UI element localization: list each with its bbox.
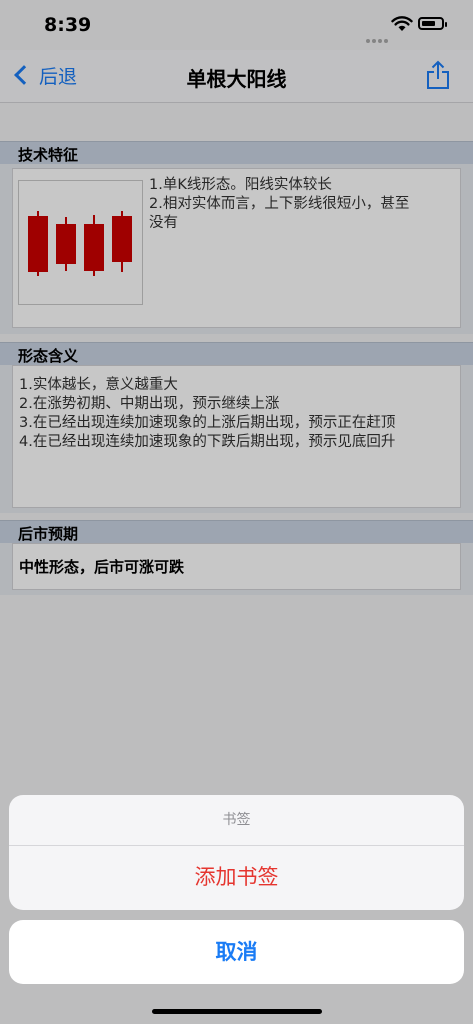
action-sheet-title: 书签 [9,795,464,846]
action-sheet: 书签 添加书签 [9,795,464,910]
cancel-button[interactable]: 取消 [9,920,464,984]
home-indicator [152,1009,322,1014]
add-bookmark-button[interactable]: 添加书签 [9,845,464,910]
